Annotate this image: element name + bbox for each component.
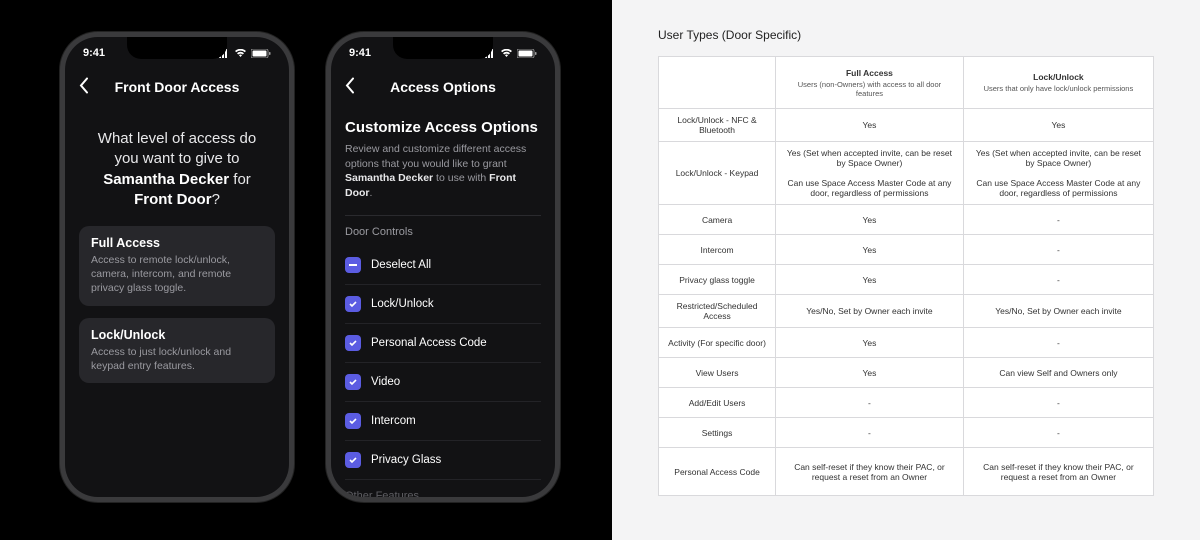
- checkbox-checked-icon: [345, 452, 361, 468]
- row-label: Activity (For specific door): [659, 328, 776, 358]
- cell-lock-unlock: -: [963, 328, 1153, 358]
- option-title: Lock/Unlock: [91, 328, 263, 342]
- phone-notch: [393, 37, 493, 59]
- checkbox-checked-icon: [345, 374, 361, 390]
- deselect-icon: [345, 257, 361, 273]
- row-label: Lock/Unlock - Keypad: [659, 142, 776, 205]
- cell-full-access: Yes: [776, 235, 964, 265]
- back-icon[interactable]: [79, 78, 89, 97]
- cell-full-access: -: [776, 388, 964, 418]
- cell-lock-unlock: -: [963, 205, 1153, 235]
- table-title: User Types (Door Specific): [658, 28, 1154, 42]
- wifi-icon: [234, 49, 247, 58]
- row-label: Privacy Glass: [371, 454, 441, 466]
- page-title: Access Options: [390, 79, 496, 95]
- checkbox-checked-icon: [345, 296, 361, 312]
- back-icon[interactable]: [345, 78, 355, 97]
- cell-lock-unlock: Can self-reset if they know their PAC, o…: [963, 448, 1153, 496]
- row-personal-access-code[interactable]: Personal Access Code: [345, 324, 541, 363]
- table-row: Settings--: [659, 418, 1154, 448]
- option-full-access[interactable]: Full Access Access to remote lock/unlock…: [79, 226, 275, 306]
- checkbox-checked-icon: [345, 335, 361, 351]
- user-types-table: Full Access Users (non-Owners) with acce…: [658, 56, 1154, 496]
- table-row: Privacy glass toggleYes-: [659, 265, 1154, 295]
- col-lock-unlock: Lock/Unlock Users that only have lock/un…: [963, 57, 1153, 109]
- cell-full-access: Yes/No, Set by Owner each invite: [776, 295, 964, 328]
- checkbox-checked-icon: [345, 413, 361, 429]
- option-lock-unlock[interactable]: Lock/Unlock Access to just lock/unlock a…: [79, 318, 275, 383]
- row-label: Intercom: [659, 235, 776, 265]
- cell-lock-unlock: Can view Self and Owners only: [963, 358, 1153, 388]
- cell-full-access: Yes: [776, 265, 964, 295]
- right-panel: User Types (Door Specific) Full Access U…: [612, 0, 1200, 540]
- row-label: Intercom: [371, 415, 416, 427]
- table-row: IntercomYes-: [659, 235, 1154, 265]
- row-label: Video: [371, 376, 400, 388]
- row-label: View Users: [659, 358, 776, 388]
- row-label: Lock/Unlock: [371, 298, 434, 310]
- phone-mockup-1: 9:41 Front Door Access What level of acc…: [60, 32, 294, 502]
- option-desc: Access to just lock/unlock and keypad en…: [91, 345, 263, 373]
- section-other-features: Other Features: [345, 490, 541, 497]
- wifi-icon: [500, 49, 513, 58]
- cell-lock-unlock: -: [963, 418, 1153, 448]
- left-panel: 9:41 Front Door Access What level of acc…: [0, 0, 612, 540]
- row-label: Privacy glass toggle: [659, 265, 776, 295]
- status-time: 9:41: [349, 47, 371, 59]
- customize-subtext: Review and customize different access op…: [345, 142, 541, 201]
- option-title: Full Access: [91, 236, 263, 250]
- table-corner: [659, 57, 776, 109]
- customize-heading: Customize Access Options: [345, 119, 541, 136]
- row-deselect-all[interactable]: Deselect All: [345, 246, 541, 285]
- table-row: CameraYes-: [659, 205, 1154, 235]
- phone-mockup-2: 9:41 Access Options Customize Access Opt…: [326, 32, 560, 502]
- row-label: Deselect All: [371, 259, 431, 271]
- table-row: Add/Edit Users--: [659, 388, 1154, 418]
- cell-lock-unlock: Yes: [963, 109, 1153, 142]
- cell-lock-unlock: -: [963, 388, 1153, 418]
- cell-full-access: Yes: [776, 109, 964, 142]
- battery-icon: [251, 49, 271, 58]
- table-row: Activity (For specific door)Yes-: [659, 328, 1154, 358]
- access-prompt: What level of access do you want to give…: [79, 105, 275, 226]
- table-row: View UsersYesCan view Self and Owners on…: [659, 358, 1154, 388]
- cell-lock-unlock: -: [963, 235, 1153, 265]
- cell-full-access: Can self-reset if they know their PAC, o…: [776, 448, 964, 496]
- row-label: Settings: [659, 418, 776, 448]
- cell-lock-unlock: Yes (Set when accepted invite, can be re…: [963, 142, 1153, 205]
- cell-full-access: Yes: [776, 328, 964, 358]
- cell-full-access: Yes (Set when accepted invite, can be re…: [776, 142, 964, 205]
- cell-full-access: -: [776, 418, 964, 448]
- row-label: Camera: [659, 205, 776, 235]
- col-full-access: Full Access Users (non-Owners) with acce…: [776, 57, 964, 109]
- table-row: Restricted/Scheduled AccessYes/No, Set b…: [659, 295, 1154, 328]
- nav-bar: Front Door Access: [65, 69, 289, 105]
- table-row: Personal Access CodeCan self-reset if th…: [659, 448, 1154, 496]
- row-lock-unlock[interactable]: Lock/Unlock: [345, 285, 541, 324]
- page-title: Front Door Access: [115, 79, 240, 95]
- cell-lock-unlock: -: [963, 265, 1153, 295]
- option-desc: Access to remote lock/unlock, camera, in…: [91, 253, 263, 296]
- nav-bar: Access Options: [331, 69, 555, 105]
- cell-lock-unlock: Yes/No, Set by Owner each invite: [963, 295, 1153, 328]
- table-row: Lock/Unlock - KeypadYes (Set when accept…: [659, 142, 1154, 205]
- status-time: 9:41: [83, 47, 105, 59]
- row-privacy-glass[interactable]: Privacy Glass: [345, 441, 541, 480]
- row-label: Restricted/Scheduled Access: [659, 295, 776, 328]
- phone-notch: [127, 37, 227, 59]
- cell-full-access: Yes: [776, 205, 964, 235]
- row-label: Personal Access Code: [659, 448, 776, 496]
- row-label: Personal Access Code: [371, 337, 487, 349]
- table-row: Lock/Unlock - NFC & BluetoothYesYes: [659, 109, 1154, 142]
- row-label: Lock/Unlock - NFC & Bluetooth: [659, 109, 776, 142]
- row-video[interactable]: Video: [345, 363, 541, 402]
- battery-icon: [517, 49, 537, 58]
- row-label: Add/Edit Users: [659, 388, 776, 418]
- cell-full-access: Yes: [776, 358, 964, 388]
- row-intercom[interactable]: Intercom: [345, 402, 541, 441]
- section-door-controls: Door Controls: [345, 226, 541, 238]
